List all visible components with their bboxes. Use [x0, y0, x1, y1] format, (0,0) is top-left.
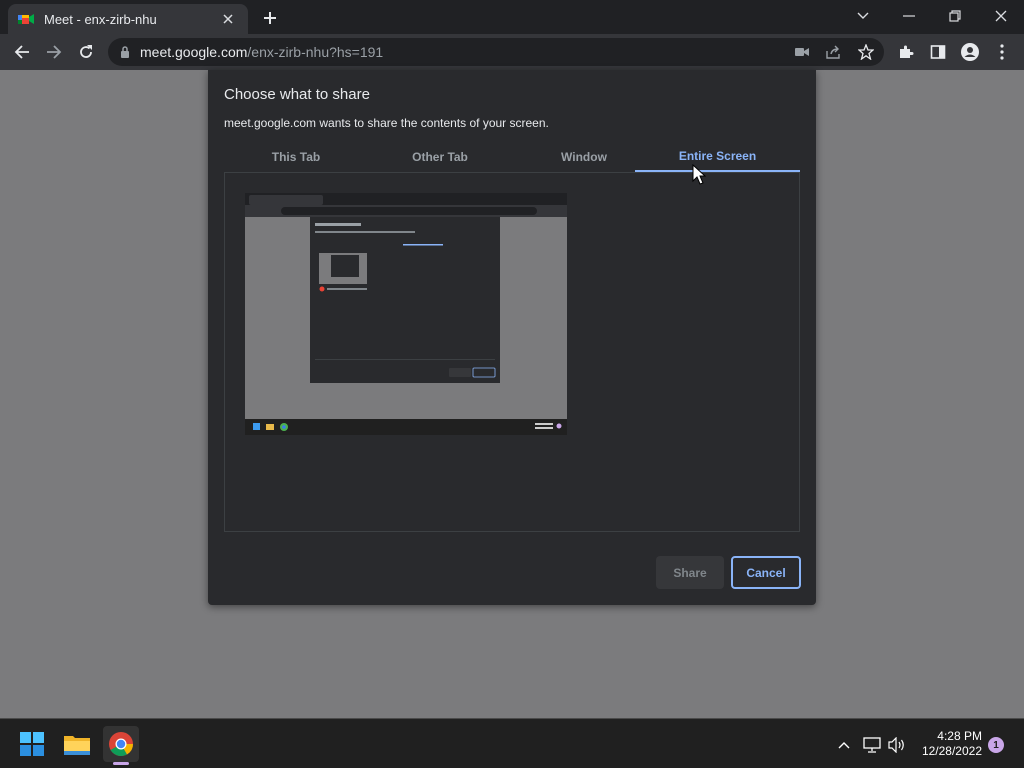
browser-tab-meet[interactable]: Meet - enx-zirb-nhu	[8, 4, 248, 34]
entire-screen-thumbnail[interactable]	[245, 193, 567, 435]
active-app-indicator	[113, 762, 129, 765]
dialog-title: Choose what to share	[224, 86, 370, 103]
url-path: /enx-zirb-nhu?hs=191	[247, 44, 384, 60]
mouse-cursor-icon	[692, 164, 706, 185]
tab-other-tab[interactable]: Other Tab	[368, 142, 512, 172]
forward-arrow-icon[interactable]	[40, 38, 68, 66]
network-icon[interactable]	[862, 735, 882, 755]
file-explorer-icon[interactable]	[59, 726, 95, 762]
camera-in-use-icon[interactable]	[792, 42, 812, 62]
tab-entire-screen[interactable]: Entire Screen	[635, 142, 800, 172]
profile-avatar-icon[interactable]	[956, 38, 984, 66]
url-host: meet.google.com	[140, 44, 248, 60]
kebab-menu-icon[interactable]	[988, 38, 1016, 66]
google-meet-icon	[18, 14, 34, 24]
share-source-tabs: This Tab Other Tab Window Entire Screen	[224, 142, 800, 172]
back-arrow-icon[interactable]	[8, 38, 36, 66]
close-window-icon[interactable]	[978, 2, 1024, 30]
bookmark-star-icon[interactable]	[856, 42, 876, 62]
chrome-taskbar-icon[interactable]	[103, 726, 139, 762]
system-clock[interactable]: 4:28 PM 12/28/2022	[910, 729, 982, 759]
side-panel-icon[interactable]	[924, 38, 952, 66]
close-tab-icon[interactable]	[218, 9, 238, 29]
clock-date: 12/28/2022	[921, 744, 982, 758]
minimize-icon[interactable]	[886, 2, 932, 30]
share-page-icon[interactable]	[824, 42, 844, 62]
new-tab-button[interactable]	[258, 6, 282, 30]
tab-search-icon[interactable]	[840, 2, 886, 30]
clock-time: 4:28 PM	[937, 729, 982, 743]
tab-this-tab[interactable]: This Tab	[224, 142, 368, 172]
share-button[interactable]: Share	[656, 556, 724, 589]
tab-title: Meet - enx-zirb-nhu	[44, 11, 157, 27]
windows-taskbar: 4:28 PM 12/28/2022 1	[0, 718, 1024, 768]
cancel-button[interactable]: Cancel	[731, 556, 801, 589]
volume-icon[interactable]	[887, 735, 907, 755]
share-screen-dialog: Choose what to share meet.google.com wan…	[208, 70, 816, 605]
extensions-puzzle-icon[interactable]	[892, 38, 920, 66]
browser-tab-strip: Meet - enx-zirb-nhu	[0, 0, 1024, 34]
screen-list-panel	[224, 172, 800, 532]
restore-icon[interactable]	[932, 2, 978, 30]
chevron-up-icon[interactable]	[834, 735, 854, 755]
address-bar[interactable]: meet.google.com/enx-zirb-nhu?hs=191	[108, 38, 884, 66]
dialog-subtitle: meet.google.com wants to share the conte…	[224, 116, 549, 130]
reload-icon[interactable]	[72, 38, 100, 66]
lock-icon	[121, 46, 129, 58]
windows-start-icon[interactable]	[14, 726, 50, 762]
notification-badge[interactable]: 1	[988, 737, 1004, 753]
